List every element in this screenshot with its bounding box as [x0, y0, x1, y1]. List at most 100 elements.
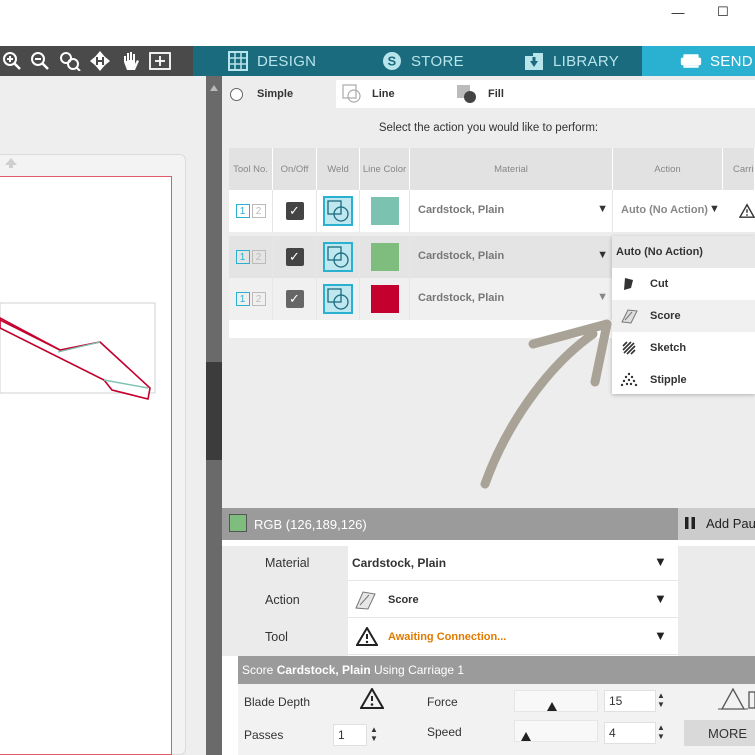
tool-label: Tool [265, 630, 288, 644]
line-color-cell [360, 278, 410, 320]
passes-label: Passes [244, 728, 284, 742]
tab-line[interactable]: Line [336, 80, 450, 108]
material-dropdown[interactable]: Cardstock, Plain ▼ [348, 545, 678, 581]
weld-toggle[interactable] [317, 278, 360, 320]
more-button[interactable]: MORE [684, 720, 755, 746]
fill-mode-icon [456, 84, 478, 104]
header-action: Action [613, 148, 723, 190]
material-select[interactable]: Cardstock, Plain ▼ [410, 278, 613, 320]
maximize-button[interactable]: ☐ [707, 0, 739, 24]
tab-send[interactable]: SEND [642, 46, 755, 76]
material-label: Material [265, 556, 310, 570]
line-mode-icon [342, 84, 362, 104]
header-on-off: On/Off [273, 148, 317, 190]
cut-settings-header: Score Cardstock, Plain Using Carriage 1 [238, 656, 755, 684]
svg-text:S: S [388, 54, 397, 69]
force-stepper[interactable]: ▲ ▼ [657, 691, 665, 709]
grid-icon [227, 50, 249, 72]
cut-settings [238, 684, 755, 755]
menu-item-cut[interactable]: Cut [612, 268, 755, 300]
page-boundary [0, 176, 172, 755]
material-select[interactable]: Cardstock, Plain ▼ [410, 190, 613, 232]
zoom-fit-icon[interactable] [58, 50, 82, 72]
sketch-icon [620, 339, 638, 357]
weld-toggle[interactable] [317, 190, 360, 232]
table-row[interactable]: 12 ✓ Cardstock, Plain ▼ [229, 190, 613, 232]
tool-number-cell[interactable]: 12 [229, 190, 273, 232]
design-shape[interactable] [0, 300, 160, 407]
line-color-swatch [370, 197, 399, 225]
move-icon[interactable] [88, 50, 112, 72]
header-line-color: Line Color [360, 148, 410, 190]
zoom-in-icon[interactable] [0, 50, 24, 72]
tab-fill[interactable]: Fill [450, 80, 755, 108]
chevron-down-icon: ▼ [654, 554, 667, 569]
tool-number-cell[interactable]: 12 [229, 236, 273, 278]
tool-dropdown[interactable]: Awaiting Connection... ▼ [348, 619, 678, 655]
table-row-empty [229, 320, 613, 338]
weld-toggle[interactable] [317, 236, 360, 278]
blade-icon [620, 275, 638, 293]
weld-icon [323, 284, 353, 314]
silhouette-s-icon: S [381, 50, 403, 72]
tab-simple[interactable]: Simple [230, 80, 336, 108]
force-slider[interactable] [514, 690, 598, 712]
minimize-button[interactable]: — [662, 0, 694, 24]
tab-store[interactable]: S STORE [381, 46, 464, 76]
score-icon [620, 307, 638, 325]
action-select[interactable]: Auto (No Action) ▼ [613, 190, 723, 232]
chevron-down-icon: ▼ [597, 291, 608, 303]
table-row[interactable]: 12 ✓ Cardstock, Plain ▼ [229, 236, 613, 278]
on-off-checkbox[interactable]: ✓ [273, 190, 317, 232]
chevron-down-icon: ▼ [654, 591, 667, 606]
action-dropdown[interactable]: Score ▼ [348, 582, 678, 618]
force-label: Force [427, 695, 458, 709]
library-icon [523, 50, 545, 72]
speed-stepper[interactable]: ▲ ▼ [657, 723, 665, 741]
speed-slider[interactable] [514, 720, 598, 742]
menu-item-stipple[interactable]: Stipple [612, 364, 755, 396]
menu-item-auto[interactable]: Auto (No Action) [612, 236, 755, 268]
tab-design[interactable]: DESIGN [227, 46, 316, 76]
add-pause-button[interactable]: Add Pau [678, 508, 755, 540]
title-bar [0, 0, 755, 46]
speed-input[interactable]: 4 [604, 722, 656, 744]
line-color-swatch [370, 243, 399, 271]
line-color-cell [360, 236, 410, 278]
warning-icon [723, 190, 755, 232]
zoom-out-icon[interactable] [28, 50, 52, 72]
header-tool-no: Tool No. [229, 148, 273, 190]
tool-number-cell[interactable]: 12 [229, 278, 273, 320]
action-menu: Auto (No Action) Cut Score Sketch Stippl… [612, 236, 755, 394]
table-row[interactable]: 12 ✓ Cardstock, Plain ▼ [229, 278, 613, 320]
header-carriage: Carri [723, 148, 755, 190]
menu-item-sketch[interactable]: Sketch [612, 332, 755, 364]
tab-library[interactable]: LIBRARY [523, 46, 619, 76]
scroll-up-icon[interactable] [209, 79, 219, 97]
side-area [678, 546, 755, 656]
header-weld: Weld [317, 148, 360, 190]
on-off-checkbox[interactable]: ✓ [273, 236, 317, 278]
pause-icon [684, 516, 696, 535]
line-color-swatch [370, 285, 399, 313]
stipple-icon [620, 371, 638, 389]
action-label: Action [265, 593, 300, 607]
add-page-icon[interactable] [148, 50, 172, 72]
blade-depth-label: Blade Depth [244, 695, 311, 709]
chevron-down-icon: ▼ [597, 203, 608, 215]
score-icon [354, 590, 376, 615]
passes-input[interactable]: 1 [333, 724, 367, 746]
chevron-down-icon: ▼ [654, 628, 667, 643]
material-select[interactable]: Cardstock, Plain ▼ [410, 236, 613, 278]
chevron-down-icon: ▼ [597, 249, 608, 261]
color-label: RGB (126,189,126) [254, 517, 367, 532]
menu-item-score[interactable]: Score [612, 300, 755, 332]
pan-icon[interactable] [118, 50, 142, 72]
action-prompt: Select the action you would like to perf… [378, 122, 599, 134]
force-input[interactable]: 15 [604, 690, 656, 712]
on-off-checkbox[interactable]: ✓ [273, 278, 317, 320]
splitter-thumb[interactable] [206, 362, 222, 460]
speed-label: Speed [427, 725, 462, 739]
passes-stepper[interactable]: ▲ ▼ [370, 725, 378, 743]
warning-icon [355, 626, 379, 651]
